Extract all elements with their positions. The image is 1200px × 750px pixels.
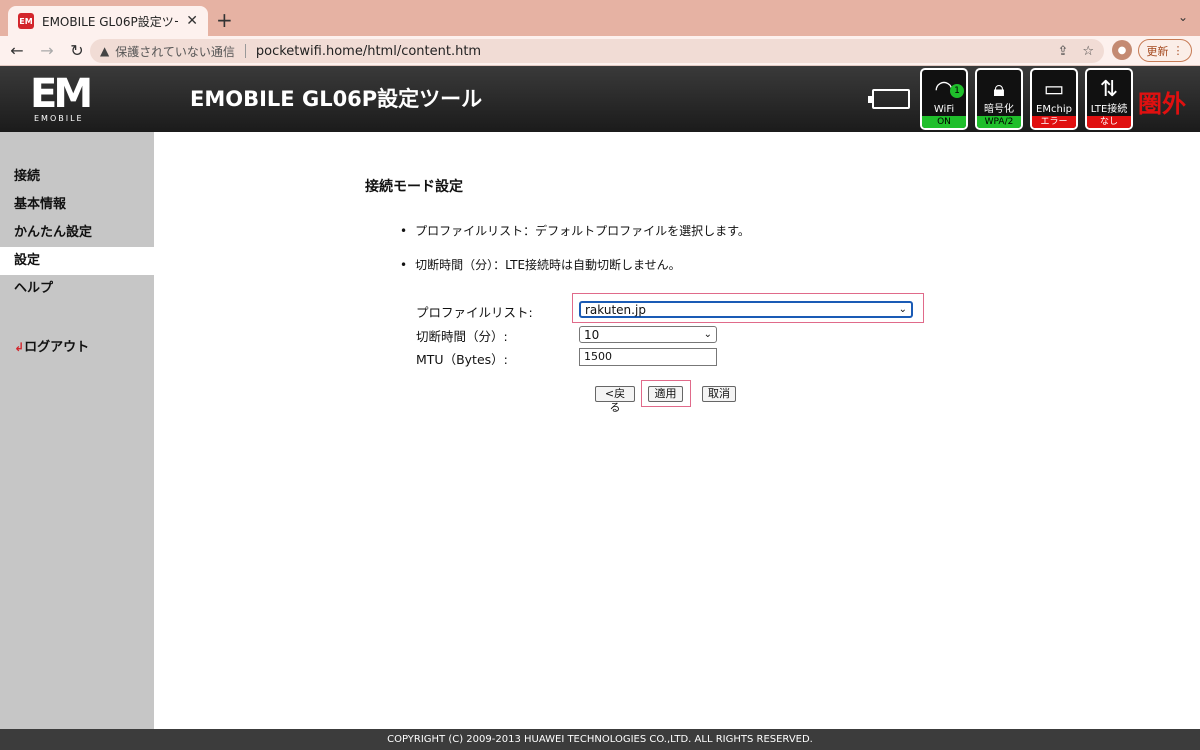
timeout-select[interactable]: 10 ⌄ <box>579 326 717 343</box>
url-text[interactable]: pocketwifi.home/html/content.htm <box>256 44 481 59</box>
emobile-logo: EM EMOBILE <box>30 74 108 124</box>
sidebar-item-help[interactable]: ヘルプ <box>0 275 154 303</box>
cancel-button[interactable]: 取消 <box>702 386 736 402</box>
mtu-input[interactable]: 1500 <box>579 348 717 366</box>
info-bullet-profile: プロファイルリスト：デフォルトプロファイルを選択します。 <box>400 222 750 239</box>
mtu-label: MTU（Bytes）: <box>416 352 508 367</box>
wifi-state: ON <box>922 116 966 128</box>
chevron-down-icon: ⌄ <box>703 329 712 340</box>
page-title: EMOBILE GL06P設定ツール <box>190 87 483 111</box>
profile-list-value: rakuten.jp <box>585 302 646 317</box>
lte-label: LTE接続 <box>1090 104 1128 115</box>
back-arrow-icon[interactable]: ← <box>4 41 30 60</box>
sidebar-item-basic-info[interactable]: 基本情報 <box>0 191 154 219</box>
insecure-connection-label[interactable]: 保護されていない通信 <box>115 43 235 60</box>
footer: COPYRIGHT (C) 2009-2013 HUAWEI TECHNOLOG… <box>0 729 1200 750</box>
share-icon[interactable]: ⇪ <box>1057 44 1068 59</box>
lte-status: ⇅ LTE接続 なし <box>1085 68 1133 130</box>
sidebar: 接続 基本情報 かんたん設定 設定 ヘルプ ↲ログアウト <box>0 132 154 729</box>
sidebar-item-connection[interactable]: 接続 <box>0 163 154 191</box>
tab-title: EMOBILE GL06P設定ツール <box>42 14 178 29</box>
sidebar-item-easy-setup[interactable]: かんたん設定 <box>0 219 154 247</box>
security-label: 暗号化 <box>984 104 1014 115</box>
signal-status-text: 圏外 <box>1138 90 1186 118</box>
more-vertical-icon: ⋮ <box>1172 44 1184 57</box>
sim-card-icon: ▭ <box>1043 77 1065 102</box>
security-status: 🔒︎ 暗号化 WPA/2 <box>975 68 1023 130</box>
browser-toolbar: ← → ↻ ▲ 保護されていない通信 pocketwifi.home/html/… <box>0 36 1200 66</box>
back-button[interactable]: <戻る <box>595 386 635 414</box>
reload-icon[interactable]: ↻ <box>64 41 90 60</box>
sidebar-item-logout[interactable]: ↲ログアウト <box>0 333 154 361</box>
address-bar[interactable]: ▲ 保護されていない通信 pocketwifi.home/html/conten… <box>90 39 1104 63</box>
wifi-status: 1 ◠ WiFi ON <box>920 68 968 130</box>
profile-list-label: プロファイルリスト: <box>416 305 533 320</box>
logout-arrow-icon: ↲ <box>14 340 25 354</box>
apply-button[interactable]: 適用 <box>648 386 683 402</box>
logo-mark: EM <box>30 71 93 117</box>
emobile-favicon-icon: EM <box>18 13 34 29</box>
timeout-value: 10 <box>584 327 600 342</box>
wifi-label: WiFi <box>933 104 955 115</box>
warning-triangle-icon[interactable]: ▲ <box>100 44 109 58</box>
info-bullet-timeout: 切断時間（分）：LTE接続時は自動切断しません。 <box>400 256 681 273</box>
sidebar-item-settings[interactable]: 設定 <box>0 247 154 275</box>
lock-icon: 🔒︎ <box>993 77 1005 102</box>
updown-arrows-icon: ⇅ <box>1099 77 1119 102</box>
emchip-state: エラー <box>1032 116 1076 128</box>
update-button-label: 更新 <box>1146 44 1169 58</box>
logout-label: ログアウト <box>24 340 90 355</box>
bookmark-star-icon[interactable]: ☆ <box>1082 44 1094 59</box>
update-button[interactable]: 更新 ⋮ <box>1138 39 1192 62</box>
security-state: WPA/2 <box>977 116 1021 128</box>
browser-tab-bar: EM EMOBILE GL06P設定ツール ✕ + ⌄ <box>0 0 1200 36</box>
browser-tab[interactable]: EM EMOBILE GL06P設定ツール ✕ <box>8 6 208 36</box>
profile-list-select[interactable]: rakuten.jp ⌄ <box>579 301 913 318</box>
logo-wordmark: EMOBILE <box>34 114 84 123</box>
section-title: 接続モード設定 <box>365 179 463 195</box>
new-tab-icon[interactable]: + <box>216 8 233 32</box>
wifi-client-count: 1 <box>950 84 964 98</box>
emchip-status: ▭ EMchip エラー <box>1030 68 1078 130</box>
profile-avatar-icon[interactable]: ● <box>1112 40 1132 60</box>
timeout-label: 切断時間（分）: <box>416 329 508 344</box>
emchip-label: EMchip <box>1036 104 1072 115</box>
tab-search-chevron-icon[interactable]: ⌄ <box>1178 10 1188 24</box>
close-tab-icon[interactable]: ✕ <box>186 13 198 29</box>
lte-state: なし <box>1087 116 1131 128</box>
address-divider <box>244 44 246 58</box>
battery-icon <box>868 89 910 109</box>
main-content: 接続モード設定 プロファイルリスト：デフォルトプロファイルを選択します。 切断時… <box>154 132 1200 729</box>
forward-arrow-icon[interactable]: → <box>34 41 60 60</box>
chevron-down-icon: ⌄ <box>898 304 907 315</box>
